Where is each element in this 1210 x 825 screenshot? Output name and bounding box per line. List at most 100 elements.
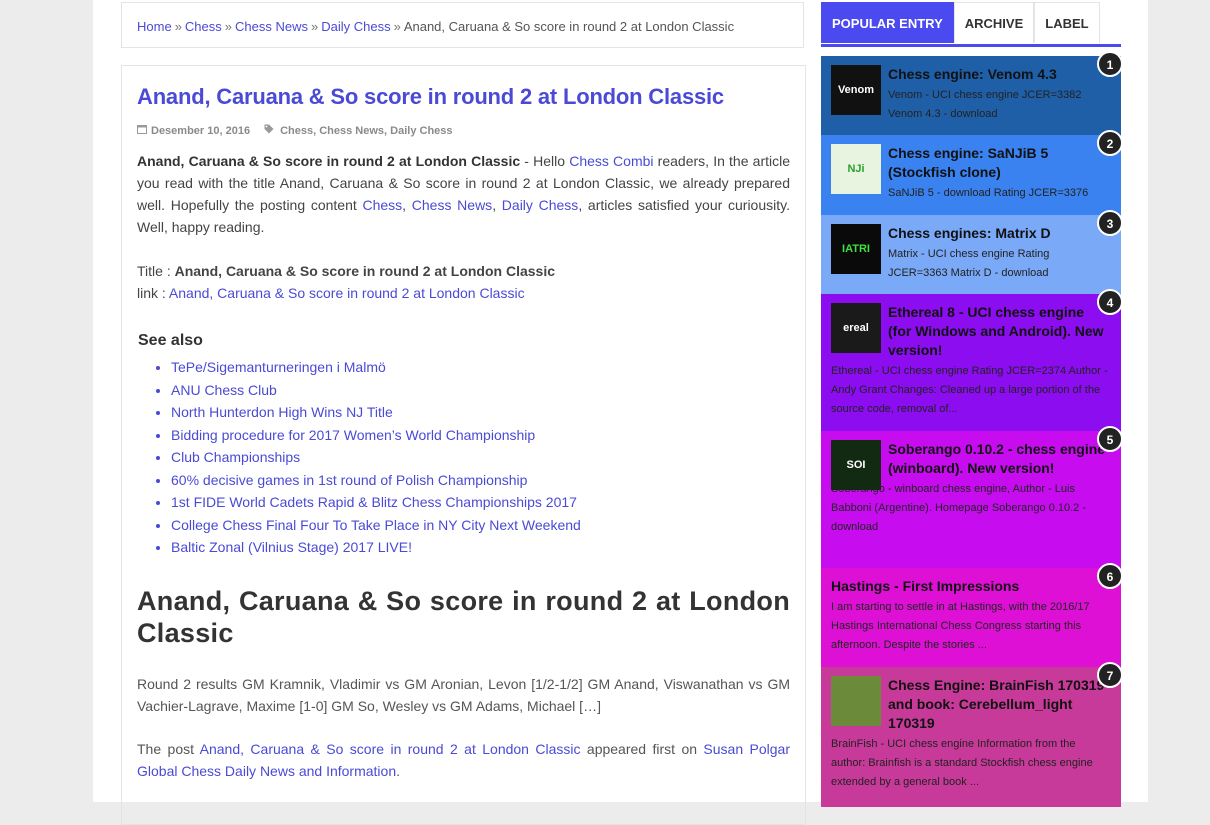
round-results-text: Round 2 results GM Kramnik, Vladimir vs …: [137, 675, 790, 714]
popular-item[interactable]: IATRI Chess engines: Matrix D Matrix - UCI…: [821, 210, 1123, 294]
breadcrumb-separator: »: [224, 19, 233, 34]
popular-item[interactable]: NJi Chess engine: SaNJiB 5 (Stockfish clo…: [821, 130, 1123, 215]
post-meta: Desember 10, 2016 Chess, Chess News, Dai…: [137, 124, 790, 137]
rank-badge: 3: [1097, 210, 1123, 236]
see-also-link[interactable]: 1st FIDE World Cadets Rapid & Blitz Ches…: [171, 494, 577, 510]
rank-badge: 7: [1097, 662, 1123, 688]
popular-item[interactable]: Chess Engine: BrainFish 170319 and book:…: [821, 662, 1123, 807]
rank-badge: 1: [1097, 51, 1123, 77]
see-also-link[interactable]: College Chess Final Four To Take Place i…: [171, 517, 581, 533]
popular-item-snippet: BrainFish - UCI chess engine Information…: [831, 738, 1093, 788]
see-also-list: TePe/Sigemanturneringen i Malmö ANU Ches…: [137, 356, 790, 559]
popular-item-snippet: SaNJiB 5 - download Rating JCER=3376: [888, 187, 1089, 199]
intro-bold-title: Anand, Caruana & So score in round 2 at …: [137, 153, 521, 169]
see-also-link[interactable]: Club Championships: [171, 449, 300, 465]
intro-comma: ,: [402, 197, 412, 213]
tab-popular-entry[interactable]: POPULAR ENTRY: [821, 2, 954, 43]
title-label: Title :: [137, 263, 175, 279]
tab-archive[interactable]: ARCHIVE: [953, 2, 1035, 43]
post-suffix: .: [396, 762, 401, 779]
see-also-link[interactable]: TePe/Sigemanturneringen i Malmö: [171, 359, 386, 375]
popular-item-snippet: Ethereal - UCI chess engine Rating JCER=…: [831, 365, 1108, 415]
link-chess[interactable]: Chess: [362, 197, 402, 213]
popular-thumbnail[interactable]: NJi: [831, 144, 881, 194]
rank-badge: 4: [1097, 289, 1123, 315]
popular-item-title[interactable]: Chess engine: SaNJiB 5 (Stockfish clone): [888, 144, 1111, 182]
intro-paragraph: Anand, Caruana & So score in round 2 at …: [137, 150, 790, 238]
list-item: Baltic Zonal (Vilnius Stage) 2017 LIVE!: [171, 536, 790, 559]
popular-item-title[interactable]: Soberango 0.10.2 - chess engine (winboar…: [888, 440, 1111, 478]
link-daily-chess[interactable]: Daily Chess: [502, 197, 579, 213]
post-title[interactable]: Anand, Caruana & So score in round 2 at …: [137, 84, 790, 110]
intro-comma: ,: [492, 197, 502, 213]
intro-text: - Hello: [520, 153, 570, 169]
breadcrumb-daily-chess[interactable]: Daily Chess: [321, 19, 390, 34]
popular-entry-list: Venom Chess engine: Venom 4.3 Venom - UCI …: [821, 51, 1123, 807]
see-also-link[interactable]: Baltic Zonal (Vilnius Stage) 2017 LIVE!: [171, 539, 412, 555]
popular-thumbnail[interactable]: IATRI: [831, 224, 881, 274]
post-link[interactable]: Anand, Caruana & So score in round 2 at …: [200, 741, 581, 757]
list-item: 60% decisive games in 1st round of Polis…: [171, 469, 790, 492]
breadcrumb-home[interactable]: Home: [137, 19, 172, 34]
list-item: Club Championships: [171, 446, 790, 469]
list-item: North Hunterdon High Wins NJ Title: [171, 401, 790, 424]
category-link[interactable]: Chess: [280, 125, 313, 137]
popular-item-snippet: I am starting to settle in at Hastings, …: [831, 601, 1090, 651]
post-title-link[interactable]: Anand, Caruana & So score in round 2 at …: [137, 84, 724, 109]
popular-item-title[interactable]: Chess engines: Matrix D: [888, 224, 1111, 243]
category-link[interactable]: Chess News: [319, 125, 384, 137]
popular-thumbnail[interactable]: SOI: [831, 440, 881, 490]
article-link[interactable]: Anand, Caruana & So score in round 2 at …: [169, 285, 525, 301]
breadcrumb-chess-news[interactable]: Chess News: [235, 19, 308, 34]
list-item: College Chess Final Four To Take Place i…: [171, 514, 790, 537]
post-prefix: The post: [137, 740, 200, 757]
popular-item-title[interactable]: Chess engine: Venom 4.3: [888, 65, 1111, 84]
tags-icon: [264, 124, 276, 137]
list-item: ANU Chess Club: [171, 379, 790, 402]
breadcrumb-separator: »: [310, 19, 319, 34]
list-item: Bidding procedure for 2017 Women’s World…: [171, 424, 790, 447]
article: Anand, Caruana & So score in round 2 at …: [121, 65, 806, 825]
see-also-link[interactable]: North Hunterdon High Wins NJ Title: [171, 404, 393, 420]
popular-thumbnail[interactable]: [831, 676, 881, 726]
popular-item-title[interactable]: Chess Engine: BrainFish 170319 and book:…: [888, 676, 1111, 733]
breadcrumb: Home» Chess» Chess News» Daily Chess» Anand,…: [121, 2, 804, 48]
post-date: Desember 10, 2016: [151, 124, 251, 137]
popular-item[interactable]: ereal Ethereal 8 - UCI chess engine (for …: [821, 289, 1123, 431]
see-also-link[interactable]: 60% decisive games in 1st round of Polis…: [171, 472, 527, 488]
popular-item-title[interactable]: Ethereal 8 - UCI chess engine (for Windo…: [888, 303, 1111, 360]
rank-badge: 2: [1097, 130, 1123, 156]
content-heading: Anand, Caruana & So score in round 2 at …: [137, 585, 790, 648]
see-also-heading: See also: [138, 332, 203, 349]
see-also-link[interactable]: Bidding procedure for 2017 Women’s World…: [171, 427, 535, 443]
category-link[interactable]: Daily Chess: [390, 125, 452, 137]
popular-thumbnail[interactable]: Venom: [831, 65, 881, 115]
title-value: Anand, Caruana & So score in round 2 at …: [174, 263, 556, 279]
list-item: 1st FIDE World Cadets Rapid & Blitz Ches…: [171, 491, 790, 514]
post-source-paragraph: The post Anand, Caruana & So score in ro…: [137, 738, 790, 782]
calendar-icon: [137, 124, 147, 137]
popular-item-snippet: Venom - UCI chess engine JCER=3382 Venom…: [888, 89, 1082, 120]
popular-item[interactable]: SOI Soberango 0.10.2 - chess engine (winb…: [821, 426, 1123, 568]
rank-badge: 6: [1097, 563, 1123, 589]
rank-badge: 5: [1097, 426, 1123, 452]
post-categories: Chess, Chess News, Daily Chess: [280, 124, 453, 137]
popular-item[interactable]: Hastings - First Impressions I am startin…: [821, 563, 1123, 667]
breadcrumb-separator: »: [174, 19, 182, 34]
link-label: link :: [137, 285, 169, 301]
sidebar-tabs: POPULAR ENTRY ARCHIVE LABEL: [821, 2, 1121, 47]
breadcrumb-chess[interactable]: Chess: [185, 19, 222, 34]
post-middle: appeared first on: [580, 740, 704, 757]
breadcrumb-current: Anand, Caruana & So score in round 2 at …: [403, 19, 735, 34]
title-link-block: Title : Anand, Caruana & So score in rou…: [137, 260, 790, 304]
see-also-link[interactable]: ANU Chess Club: [171, 382, 277, 398]
link-chess-news[interactable]: Chess News: [412, 197, 492, 213]
popular-thumbnail[interactable]: ereal: [831, 303, 881, 353]
site-link[interactable]: Chess Combi: [569, 153, 653, 169]
popular-item[interactable]: Venom Chess engine: Venom 4.3 Venom - UCI …: [821, 51, 1123, 135]
list-item: TePe/Sigemanturneringen i Malmö: [171, 356, 790, 379]
breadcrumb-separator: »: [393, 19, 401, 34]
tab-label[interactable]: LABEL: [1034, 2, 1100, 43]
popular-item-snippet: Matrix - UCI chess engine Rating JCER=33…: [888, 248, 1050, 279]
popular-item-title[interactable]: Hastings - First Impressions: [831, 577, 1111, 596]
